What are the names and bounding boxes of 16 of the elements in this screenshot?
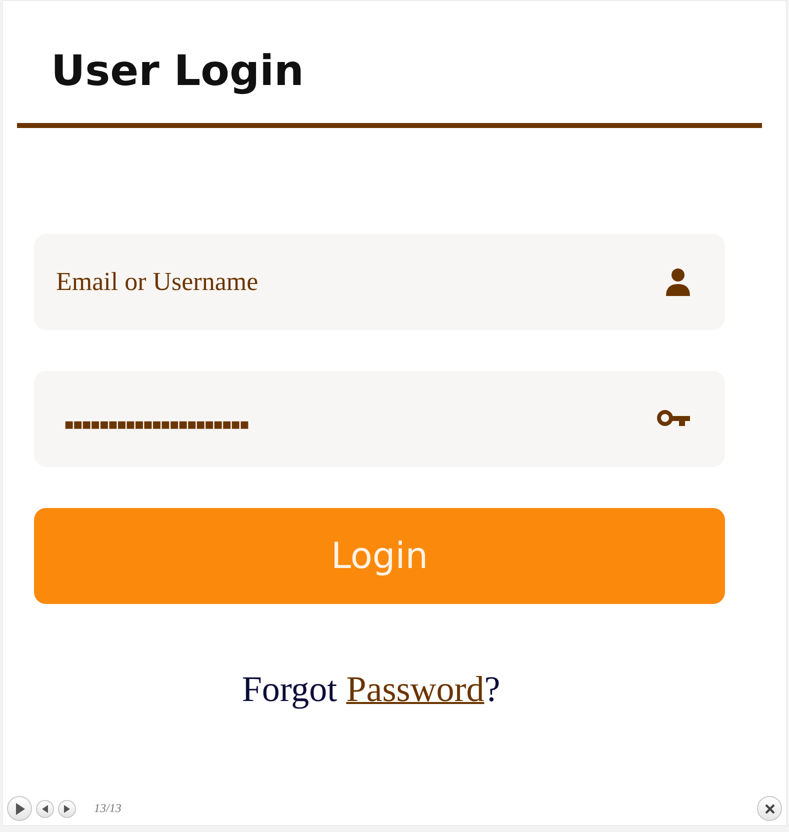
play-icon [14,802,24,814]
close-button[interactable] [757,796,782,821]
user-icon [665,268,691,296]
left-triangle-icon [42,804,48,812]
slide-counter: 13/13 [94,801,122,816]
page-title: User Login [51,45,305,97]
next-button[interactable] [58,800,76,818]
username-field[interactable]: Email or Username [56,267,456,297]
close-icon [764,804,774,814]
key-icon [657,410,691,428]
play-button[interactable] [7,796,32,821]
password-link[interactable]: Password [346,669,484,709]
previous-button[interactable] [36,800,54,818]
password-field[interactable]: ▪▪▪▪▪▪▪▪▪▪▪▪▪▪▪▪▪▪▪▪▪ [64,415,248,433]
forgot-password-text: Forgot Password? [240,668,502,710]
right-triangle-icon [64,804,70,812]
